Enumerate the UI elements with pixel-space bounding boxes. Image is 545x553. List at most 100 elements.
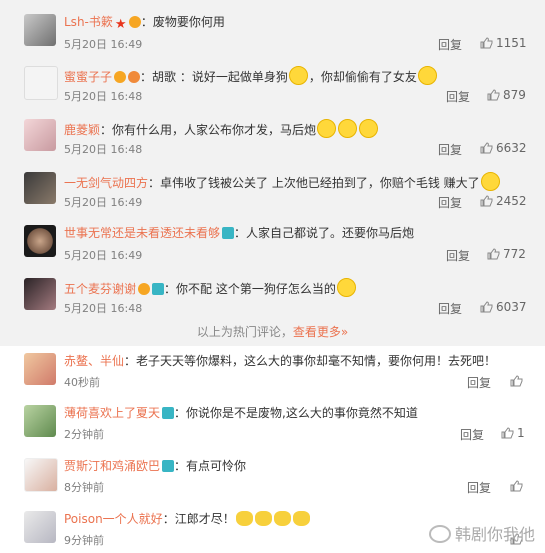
reply-button[interactable]: 回复 xyxy=(438,194,462,211)
reply-button[interactable]: 回复 xyxy=(460,426,484,443)
laugh-emoji-icon xyxy=(317,119,337,138)
thumb-up-icon xyxy=(480,142,493,154)
camera-icon xyxy=(222,227,235,239)
reply-button[interactable]: 回复 xyxy=(438,141,462,158)
comment-row: 贾斯汀和鸡涌欧巴 ：有点可怜你 8分钟前 回复 xyxy=(0,457,545,497)
like-button[interactable]: 2452 xyxy=(480,194,527,208)
reply-button[interactable]: 回复 xyxy=(438,36,462,53)
like-count: 879 xyxy=(503,88,526,102)
comment-text: ：废物要你何用 xyxy=(140,15,225,29)
grin-emoji-icon xyxy=(480,172,500,191)
comment-time: 5月20日 16:49 xyxy=(64,249,143,262)
smile-emoji-icon xyxy=(288,66,308,85)
thumb-up-icon xyxy=(487,89,500,101)
comment-row: 鹿菱颖：你有什么用，人家公布你才发，马后炮 5月20日 16:48 回复 663… xyxy=(0,118,545,158)
comment-text: ：卓伟收了钱被公关了 上次他已经拍到了，你赔个毛钱 赚大了 xyxy=(148,176,480,190)
camera-icon xyxy=(152,283,165,295)
comment-row: Lsh-书簌 ★ ：废物要你何用 5月20日 16:49 回复 1151 xyxy=(0,13,545,53)
camera-icon xyxy=(162,460,175,472)
avatar[interactable] xyxy=(24,353,56,385)
wink-emoji-icon xyxy=(336,278,356,297)
comment-row: 五个麦芬谢谢 ：你不配 这个第一狗仔怎么当的 5月20日 16:48 回复 603… xyxy=(0,277,545,317)
comment-time: 5月20日 16:49 xyxy=(64,196,143,209)
comment-time: 5月20日 16:48 xyxy=(64,143,143,156)
comment-row: 蜜蜜子子 ：胡歌 ：说好一起做单身狗 ，你却偷偷有了女友 5月20日 16:48 回… xyxy=(0,65,545,105)
username[interactable]: 鹿菱颖 xyxy=(64,123,100,137)
username[interactable]: 赤鳌、半仙 xyxy=(64,354,124,368)
like-count: 2452 xyxy=(496,194,527,208)
username[interactable]: 蜜蜜子子 xyxy=(64,70,112,84)
thumb-up-icon xyxy=(480,301,493,313)
reply-button[interactable]: 回复 xyxy=(438,300,462,317)
reply-button[interactable]: 回复 xyxy=(467,374,491,391)
thumb-up-icon xyxy=(501,427,514,439)
camera-icon xyxy=(162,407,175,419)
separator-text: 以上为热门评论， xyxy=(196,325,293,339)
like-button[interactable]: 1151 xyxy=(480,36,527,50)
thumb-up-icon xyxy=(510,480,523,492)
comment-row: 世事无常还是未看透还未看够 ：人家自己都说了。还要你马后炮 5月20日 16:49… xyxy=(0,224,545,264)
avatar[interactable] xyxy=(24,278,56,310)
star-icon: ★ xyxy=(114,17,127,32)
comment-text: ：胡歌 ：说好一起做单身狗 xyxy=(140,70,288,84)
avatar[interactable] xyxy=(24,66,58,100)
comment-text: ：老子天天等你爆料，这么大的事你却毫不知情，要你何用！去死吧！ xyxy=(124,354,497,368)
like-button[interactable]: 879 xyxy=(487,88,526,102)
avatar[interactable] xyxy=(24,405,56,437)
comment-text: ：有点可怜你 xyxy=(174,459,247,473)
like-button[interactable]: 772 xyxy=(487,247,526,261)
comment-text: ：江郎才尽！ xyxy=(162,512,235,526)
username[interactable]: Poison一个人就好 xyxy=(64,512,163,526)
watermark: 韩剧你我他 xyxy=(428,521,535,545)
comment-text: ：你有什么用，人家公布你才发，马后炮 xyxy=(100,123,317,137)
cat-emoji-icon xyxy=(235,511,253,526)
comment-time: 5月20日 16:49 xyxy=(64,38,143,51)
like-button[interactable] xyxy=(510,479,526,493)
laugh-emoji-icon xyxy=(338,119,358,138)
view-more-link[interactable]: 查看更多» xyxy=(293,325,348,339)
vip-icon xyxy=(114,71,127,83)
like-count: 1151 xyxy=(496,36,527,50)
comment-time: 5月20日 16:48 xyxy=(64,90,143,103)
comment-text: ：你说你是不是废物,这么大的事你竟然不知道 xyxy=(174,406,418,420)
comment-row: 一无剑气动四方：卓伟收了钱被公关了 上次他已经拍到了，你赔个毛钱 赚大了 5月2… xyxy=(0,171,545,211)
username[interactable]: 薄荷喜欢上了夏天 xyxy=(64,406,160,420)
username[interactable]: Lsh-书簌 xyxy=(64,15,113,29)
member-icon xyxy=(128,71,141,83)
avatar[interactable] xyxy=(24,119,56,151)
vip-icon xyxy=(138,283,151,295)
comment-time: 8分钟前 xyxy=(64,481,104,494)
comment-text-cont: ，你却偷偷有了女友 xyxy=(308,70,417,84)
vip-icon xyxy=(128,16,141,28)
username[interactable]: 五个麦芬谢谢 xyxy=(64,282,136,296)
cat-emoji-icon xyxy=(273,511,291,526)
like-button[interactable]: 6037 xyxy=(480,300,527,314)
thumb-up-icon xyxy=(480,195,493,207)
avatar[interactable] xyxy=(24,14,56,46)
like-button[interactable]: 1 xyxy=(501,426,525,440)
comment-row: 薄荷喜欢上了夏天 ：你说你是不是废物,这么大的事你竟然不知道 2分钟前 回复 1 xyxy=(0,404,545,444)
avatar[interactable] xyxy=(24,458,58,492)
username[interactable]: 贾斯汀和鸡涌欧巴 xyxy=(64,459,160,473)
reply-button[interactable]: 回复 xyxy=(446,247,470,264)
comment-time: 9分钟前 xyxy=(64,534,104,547)
comment-text: ：你不配 这个第一狗仔怎么当的 xyxy=(164,282,336,296)
avatar[interactable] xyxy=(24,172,56,204)
reply-button[interactable]: 回复 xyxy=(467,479,491,496)
avatar[interactable] xyxy=(24,225,56,257)
like-button[interactable] xyxy=(510,374,526,388)
like-button[interactable]: 6632 xyxy=(480,141,527,155)
thumb-up-icon xyxy=(480,37,493,49)
cat-emoji-icon xyxy=(254,511,272,526)
smile-emoji-icon xyxy=(417,66,437,85)
avatar[interactable] xyxy=(24,511,56,543)
reply-button[interactable]: 回复 xyxy=(446,88,470,105)
like-count: 6037 xyxy=(496,300,527,314)
thumb-up-icon xyxy=(487,248,500,260)
like-count: 6632 xyxy=(496,141,527,155)
username[interactable]: 世事无常还是未看透还未看够 xyxy=(64,226,220,240)
cat-emoji-icon xyxy=(292,511,310,526)
like-count: 772 xyxy=(503,247,526,261)
wechat-icon xyxy=(428,525,451,543)
username[interactable]: 一无剑气动四方 xyxy=(64,176,148,190)
